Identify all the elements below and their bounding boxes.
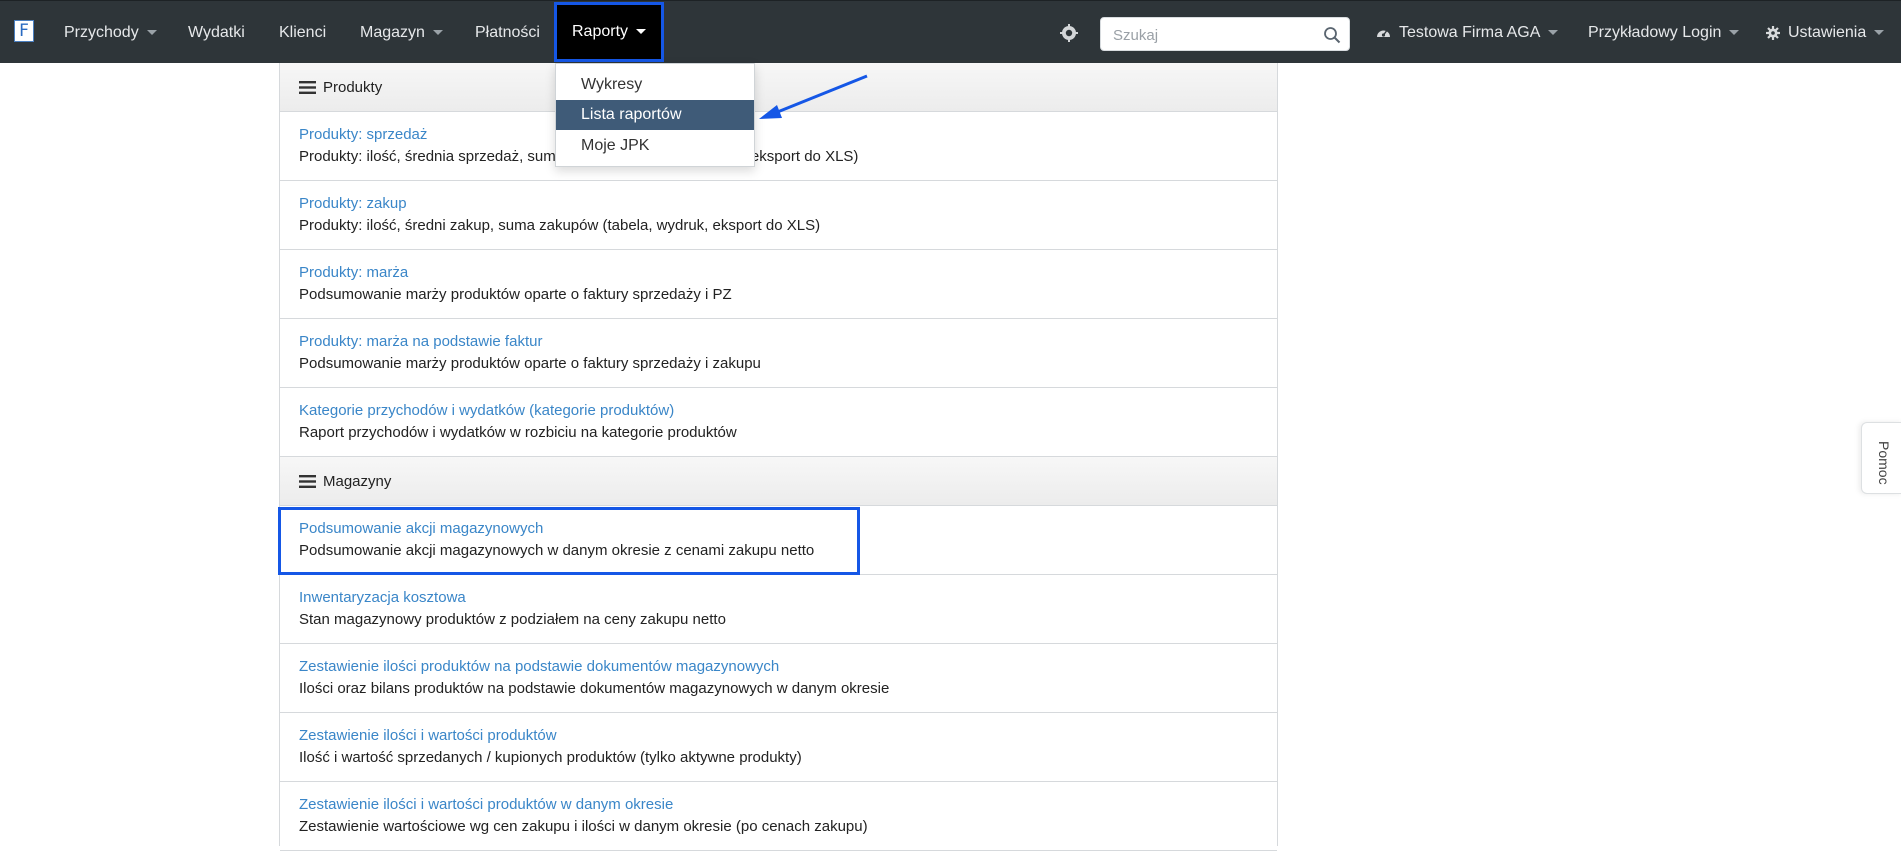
- app-logo[interactable]: F: [14, 20, 34, 42]
- status-gear-icon[interactable]: [1060, 24, 1078, 42]
- nav-raporty[interactable]: Raporty: [554, 2, 664, 62]
- report-row: Inwentaryzacja kosztowa Stan magazynowy …: [280, 575, 1277, 644]
- search-input[interactable]: [1111, 18, 1315, 52]
- report-link[interactable]: Zestawienie ilości i wartości produktów: [299, 727, 557, 744]
- report-link[interactable]: Zestawienie ilości i wartości produktów …: [299, 796, 673, 813]
- nav-przychody-label: Przychody: [64, 24, 139, 41]
- annotation-arrow-icon: [759, 74, 868, 119]
- nav-company[interactable]: Testowa Firma AGA: [1376, 1, 1559, 64]
- report-row: Zestawienie ilości produktów na podstawi…: [280, 644, 1277, 713]
- report-link[interactable]: Produkty: zakup: [299, 195, 407, 212]
- list-icon: [299, 475, 316, 488]
- report-description: Podsumowanie akcji magazynowych w danym …: [299, 542, 815, 559]
- help-tab[interactable]: Pomoc: [1861, 422, 1901, 494]
- report-row: Produkty: sprzedaż Produkty: ilość, śred…: [280, 112, 1277, 181]
- menu-item-wykresy[interactable]: Wykresy: [556, 70, 754, 100]
- nav-przychody[interactable]: Przychody: [64, 1, 157, 64]
- section-title: Magazyny: [323, 473, 392, 490]
- nav-wydatki-label: Wydatki: [188, 24, 245, 41]
- login-name: Przykładowy Login: [1588, 24, 1722, 41]
- chevron-down-icon: [146, 30, 157, 36]
- nav-platnosci-label: Płatności: [475, 24, 540, 41]
- chevron-down-icon: [1548, 30, 1559, 36]
- dashboard-icon: [1377, 30, 1390, 37]
- report-row: Zestawienie ilości i wartości produktów …: [280, 782, 1277, 851]
- report-row: Kategorie przychodów i wydatków (kategor…: [280, 388, 1277, 457]
- chevron-down-icon: [432, 30, 443, 36]
- report-link[interactable]: Produkty: marża na podstawie faktur: [299, 333, 542, 350]
- reports-list: Produkty Produkty: sprzedaż Produkty: il…: [279, 63, 1278, 851]
- report-description: Podsumowanie marży produktów oparte o fa…: [299, 355, 761, 372]
- search-box[interactable]: [1100, 17, 1350, 52]
- report-link[interactable]: Inwentaryzacja kosztowa: [299, 589, 466, 606]
- chevron-down-icon: [636, 29, 647, 35]
- nav-magazyn-label: Magazyn: [360, 24, 425, 41]
- report-description: Raport przychodów i wydatków w rozbiciu …: [299, 424, 737, 441]
- report-description: Ilość i wartość sprzedanych / kupionych …: [299, 749, 802, 766]
- report-row: Produkty: marża na podstawie faktur Pods…: [280, 319, 1277, 388]
- report-description: Stan magazynowy produktów z podziałem na…: [299, 611, 726, 628]
- report-link[interactable]: Produkty: sprzedaż: [299, 126, 427, 143]
- report-link[interactable]: Zestawienie ilości produktów na podstawi…: [299, 658, 779, 675]
- nav-klienci-label: Klienci: [279, 24, 327, 41]
- nav-settings[interactable]: Ustawienia: [1766, 1, 1885, 64]
- gear-icon: [1766, 25, 1780, 40]
- chevron-down-icon: [1729, 30, 1740, 36]
- nav-wydatki[interactable]: Wydatki: [188, 1, 245, 64]
- settings-label: Ustawienia: [1788, 24, 1867, 41]
- report-row: Zestawienie ilości i wartości produktów …: [280, 713, 1277, 782]
- report-description: Podsumowanie marży produktów oparte o fa…: [299, 286, 732, 303]
- report-description: Ilości oraz bilans produktów na podstawi…: [299, 680, 890, 697]
- help-tab-label: Pomoc: [1876, 441, 1892, 485]
- raporty-dropdown-menu: Wykresy Lista raportów Moje JPK: [555, 63, 755, 167]
- nav-klienci[interactable]: Klienci: [279, 1, 326, 64]
- company-name: Testowa Firma AGA: [1399, 24, 1541, 41]
- nav-raporty-label: Raporty: [571, 23, 629, 40]
- report-description: Produkty: ilość, średni zakup, suma zaku…: [299, 217, 821, 234]
- search-icon[interactable]: [1323, 26, 1341, 44]
- section-title: Produkty: [323, 79, 383, 96]
- report-row: Podsumowanie akcji magazynowych Podsumow…: [280, 506, 1277, 575]
- menu-item-lista-raportow[interactable]: Lista raportów: [556, 100, 754, 130]
- report-link[interactable]: Podsumowanie akcji magazynowych: [299, 520, 543, 537]
- report-row: Produkty: zakup Produkty: ilość, średni …: [280, 181, 1277, 250]
- chevron-down-icon: [1874, 30, 1885, 36]
- nav-magazyn[interactable]: Magazyn: [360, 1, 443, 64]
- menu-item-moje-jpk[interactable]: Moje JPK: [556, 131, 754, 161]
- report-description: Zestawienie wartościowe wg cen zakupu i …: [299, 818, 868, 835]
- report-link[interactable]: Produkty: marża: [299, 264, 408, 281]
- section-header-magazyny: Magazyny: [280, 457, 1277, 506]
- report-link[interactable]: Kategorie przychodów i wydatków (kategor…: [299, 402, 674, 419]
- nav-platnosci[interactable]: Płatności: [475, 1, 540, 64]
- list-icon: [299, 81, 316, 94]
- report-row: Produkty: marża Podsumowanie marży produ…: [280, 250, 1277, 319]
- top-navbar: F Przychody Wydatki Klienci Magazyn Płat…: [0, 0, 1901, 63]
- nav-login[interactable]: Przykładowy Login: [1588, 1, 1740, 64]
